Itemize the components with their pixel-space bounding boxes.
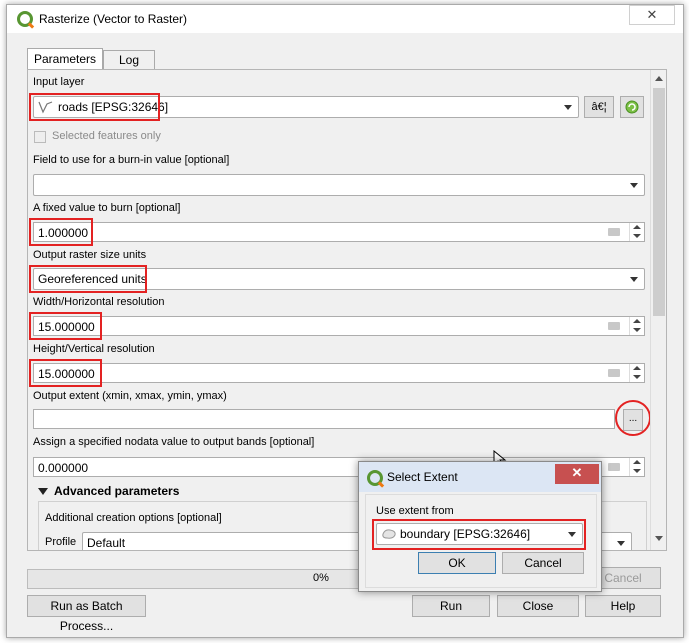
- window-title: Rasterize (Vector to Raster): [39, 12, 188, 26]
- collapse-triangle-icon[interactable]: [38, 488, 48, 495]
- refresh-icon: [625, 100, 639, 114]
- profile-value: Default: [87, 536, 126, 550]
- fixed-burn-label: A fixed value to burn [optional]: [33, 202, 181, 214]
- burn-field-combo[interactable]: [33, 174, 645, 196]
- advanced-header[interactable]: Advanced parameters: [54, 484, 179, 498]
- popup-title: Select Extent: [387, 470, 458, 484]
- extent-input[interactable]: [33, 409, 615, 429]
- profile-label: Profile: [45, 536, 77, 548]
- chevron-down-icon: [564, 105, 572, 110]
- window-close-button[interactable]: ✕: [629, 5, 675, 25]
- refresh-button[interactable]: [620, 96, 644, 118]
- fixed-burn-spinbox[interactable]: 1.000000: [33, 222, 645, 242]
- vertical-scrollbar[interactable]: [650, 70, 666, 550]
- spin-arrows[interactable]: [629, 364, 644, 382]
- nodata-label: Assign a specified nodata value to outpu…: [33, 436, 315, 448]
- clear-icon[interactable]: [608, 369, 620, 377]
- raster-units-label: Output raster size units: [33, 249, 147, 261]
- tab-log[interactable]: Log: [103, 50, 155, 69]
- input-layer-label: Input layer: [33, 76, 85, 88]
- clear-icon[interactable]: [608, 322, 620, 330]
- scroll-up-icon[interactable]: [655, 76, 663, 81]
- help-button[interactable]: Help: [585, 595, 661, 617]
- highlight-raster-units: [29, 265, 147, 293]
- width-res-spinbox[interactable]: 15.000000: [33, 316, 645, 336]
- run-button[interactable]: Run: [412, 595, 490, 617]
- highlight-fixed-burn: [29, 218, 93, 246]
- scroll-thumb[interactable]: [653, 88, 665, 316]
- chevron-down-icon: [630, 183, 638, 188]
- progress-text: 0%: [313, 572, 329, 584]
- use-extent-label: Use extent from: [376, 505, 454, 517]
- clear-icon[interactable]: [608, 463, 620, 471]
- iterate-button[interactable]: â€¦: [584, 96, 614, 118]
- batch-process-button[interactable]: Run as Batch Process...: [27, 595, 146, 633]
- qgis-logo-icon: [367, 470, 383, 486]
- chevron-down-icon: [617, 541, 625, 546]
- spin-arrows[interactable]: [629, 223, 644, 241]
- title-bar: Rasterize (Vector to Raster) ✕: [7, 5, 683, 33]
- height-res-label: Height/Vertical resolution: [33, 343, 155, 355]
- burn-field-label: Field to use for a burn-in value [option…: [33, 154, 230, 166]
- highlight-height-res: [29, 359, 102, 387]
- highlight-input-layer: [29, 93, 160, 121]
- chevron-down-icon: [630, 277, 638, 282]
- highlight-width-res: [29, 312, 102, 340]
- highlight-extent-button: [615, 400, 651, 436]
- spin-arrows[interactable]: [629, 458, 644, 476]
- popup-cancel-button[interactable]: Cancel: [502, 552, 584, 574]
- width-res-label: Width/Horizontal resolution: [33, 296, 165, 308]
- qgis-logo-icon: [17, 11, 33, 27]
- selected-only-label: Selected features only: [52, 130, 161, 142]
- highlight-extent-layer: [372, 519, 586, 550]
- extent-label: Output extent (xmin, xmax, ymin, ymax): [33, 390, 227, 402]
- nodata-value: 0.000000: [38, 461, 89, 475]
- clear-icon[interactable]: [608, 228, 620, 236]
- spin-arrows[interactable]: [629, 317, 644, 335]
- popup-title-bar: Select Extent ✕: [359, 462, 601, 492]
- select-extent-dialog: Select Extent ✕ Use extent from boundary…: [358, 461, 602, 592]
- selected-only-checkbox[interactable]: [34, 131, 46, 143]
- height-res-spinbox[interactable]: 15.000000: [33, 363, 645, 383]
- close-button[interactable]: Close: [497, 595, 579, 617]
- popup-ok-button[interactable]: OK: [418, 552, 496, 574]
- scroll-down-icon[interactable]: [655, 536, 663, 541]
- popup-close-button[interactable]: ✕: [555, 464, 599, 484]
- creation-options-label: Additional creation options [optional]: [45, 512, 222, 524]
- tab-parameters[interactable]: Parameters: [27, 48, 103, 69]
